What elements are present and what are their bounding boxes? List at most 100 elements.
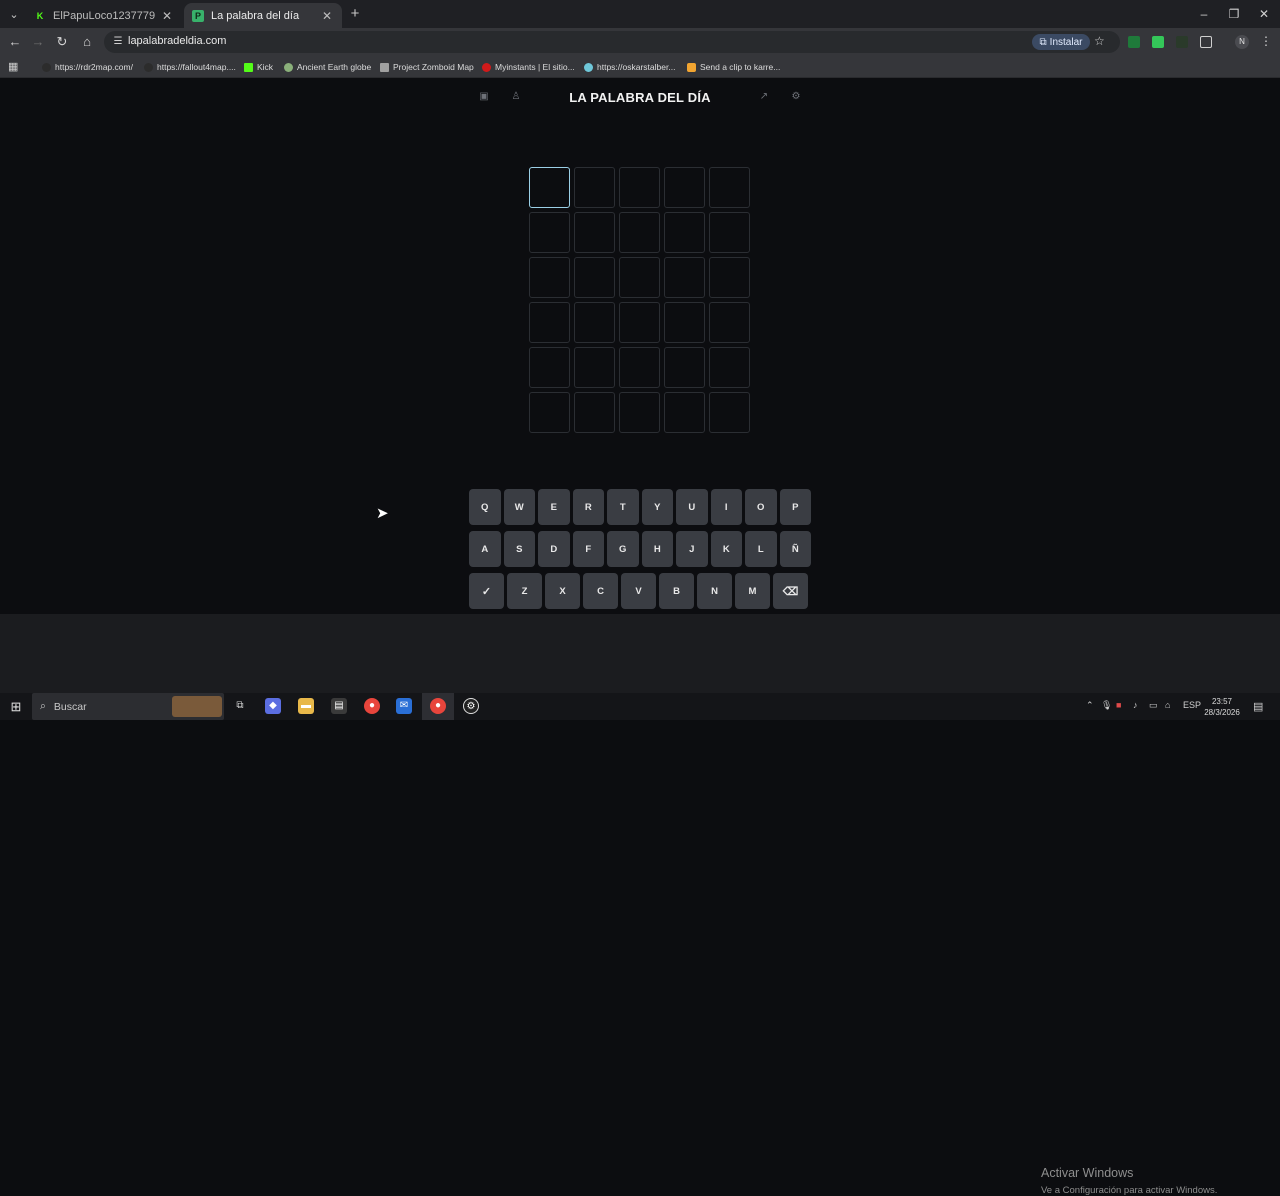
key-x[interactable]: X	[545, 573, 580, 609]
key-a[interactable]: A	[469, 531, 501, 567]
enter-check-icon[interactable]: ✓	[469, 573, 504, 609]
menu-kebab-icon[interactable]: ⋮	[1260, 34, 1272, 48]
minimize-icon[interactable]: –	[1192, 4, 1216, 24]
extension-green-icon[interactable]	[1128, 36, 1140, 48]
letter-tile[interactable]	[664, 347, 705, 388]
tray-app-icon[interactable]: ■	[1116, 700, 1121, 710]
letter-tile[interactable]	[664, 257, 705, 298]
letter-tile[interactable]	[529, 212, 570, 253]
key-j[interactable]: J	[676, 531, 708, 567]
letter-tile[interactable]	[619, 167, 660, 208]
key-k[interactable]: K	[710, 531, 742, 567]
bookmark-myinstants[interactable]: Myinstants | El sitio...	[482, 60, 575, 74]
key-y[interactable]: Y	[641, 489, 673, 525]
clock[interactable]: 23:57 28/3/2026	[1200, 696, 1244, 718]
settings-sliders-icon[interactable]: ⚙	[790, 91, 802, 103]
key-m[interactable]: M	[735, 573, 770, 609]
home-icon[interactable]: ⌂	[78, 33, 96, 51]
close-tab-icon[interactable]: ✕	[320, 9, 334, 23]
close-window-icon[interactable]: ✕	[1252, 4, 1276, 24]
address-bar[interactable]: ☰ lapalabradeldia.com ⧉ Instalar ☆	[104, 31, 1120, 53]
key-q[interactable]: Q	[469, 489, 501, 525]
speaker-icon[interactable]: ♪	[1133, 700, 1138, 710]
file-explorer-icon[interactable]: ▬	[298, 698, 314, 714]
letter-tile[interactable]	[664, 167, 705, 208]
key-w[interactable]: W	[503, 489, 535, 525]
bookmark-kick[interactable]: Kick	[244, 60, 273, 74]
letter-tile[interactable]	[529, 302, 570, 343]
key-p[interactable]: P	[779, 489, 811, 525]
chrome-icon[interactable]: ●	[364, 698, 380, 714]
letter-tile[interactable]	[664, 392, 705, 433]
outlook-icon[interactable]: ✉	[396, 698, 412, 714]
copilot-icon[interactable]: ◆	[265, 698, 281, 714]
key-o[interactable]: O	[745, 489, 777, 525]
key-c[interactable]: C	[583, 573, 618, 609]
restore-icon[interactable]: ❐	[1222, 4, 1246, 24]
key-g[interactable]: G	[607, 531, 639, 567]
key-s[interactable]: S	[503, 531, 535, 567]
letter-tile[interactable]	[664, 302, 705, 343]
letter-tile[interactable]	[709, 392, 750, 433]
bookmark-star-icon[interactable]: ☆	[1094, 34, 1105, 48]
new-tab-icon[interactable]: +	[346, 5, 364, 23]
key-d[interactable]: D	[538, 531, 570, 567]
key-i[interactable]: I	[710, 489, 742, 525]
letter-tile[interactable]	[664, 212, 705, 253]
task-view-icon[interactable]: ⧉	[232, 698, 248, 714]
key-f[interactable]: F	[572, 531, 604, 567]
stats-chart-icon[interactable]: ↗	[758, 91, 770, 103]
backspace-icon[interactable]: ⌫	[773, 573, 808, 609]
tray-chevron-icon[interactable]: ⌃	[1086, 700, 1094, 711]
bookmark-send-clip[interactable]: Send a clip to karre...	[687, 60, 780, 74]
extension-dark-icon[interactable]	[1176, 36, 1188, 48]
letter-tile[interactable]	[709, 167, 750, 208]
network-icon[interactable]: ⌂	[1165, 700, 1170, 710]
steam-icon[interactable]: ⚙	[463, 698, 479, 714]
taskbar-search[interactable]: ⌕ Buscar	[32, 693, 224, 720]
letter-tile[interactable]	[574, 212, 615, 253]
microphone-icon[interactable]: 🎙	[1101, 700, 1112, 711]
key-l[interactable]: L	[745, 531, 777, 567]
apps-grid-icon[interactable]: ▦	[8, 61, 20, 73]
key-v[interactable]: V	[621, 573, 656, 609]
extensions-puzzle-icon[interactable]	[1200, 36, 1212, 48]
key-u[interactable]: U	[676, 489, 708, 525]
tab-kick-stream[interactable]: K ElPapuLoco1237779 Stream - V ✕	[26, 3, 182, 28]
letter-tile[interactable]	[574, 347, 615, 388]
letter-tile[interactable]	[574, 392, 615, 433]
key-t[interactable]: T	[607, 489, 639, 525]
key-ñ[interactable]: Ñ	[779, 531, 811, 567]
back-icon[interactable]: ←	[6, 33, 24, 51]
language-indicator[interactable]: ESP	[1183, 700, 1201, 710]
key-n[interactable]: N	[697, 573, 732, 609]
letter-tile[interactable]	[709, 302, 750, 343]
store-icon[interactable]: ▤	[331, 698, 347, 714]
letter-tile[interactable]	[709, 347, 750, 388]
bookmark-ancient-earth[interactable]: Ancient Earth globe	[284, 60, 371, 74]
bookmark-oskarstalberg[interactable]: https://oskarstalber...	[584, 60, 675, 74]
profile-avatar[interactable]: N	[1235, 35, 1249, 49]
letter-tile[interactable]	[619, 257, 660, 298]
key-z[interactable]: Z	[507, 573, 542, 609]
letter-tile[interactable]	[529, 167, 570, 208]
notifications-icon[interactable]: ▤	[1253, 700, 1263, 713]
extension-bright-green-icon[interactable]	[1152, 36, 1164, 48]
letter-tile[interactable]	[574, 257, 615, 298]
bookmark-rdr2map[interactable]: https://rdr2map.com/	[42, 60, 133, 74]
letter-tile[interactable]	[529, 257, 570, 298]
letter-tile[interactable]	[574, 302, 615, 343]
battery-icon[interactable]: ▭	[1149, 700, 1158, 711]
letter-tile[interactable]	[619, 392, 660, 433]
key-h[interactable]: H	[641, 531, 673, 567]
close-tab-icon[interactable]: ✕	[160, 9, 174, 23]
letter-tile[interactable]	[574, 167, 615, 208]
key-r[interactable]: R	[572, 489, 604, 525]
letter-tile[interactable]	[709, 212, 750, 253]
bookmark-project-zomboid[interactable]: Project Zomboid Map	[380, 60, 474, 74]
chrome-active-icon[interactable]: ●	[430, 698, 446, 714]
letter-tile[interactable]	[709, 257, 750, 298]
bookmark-fallout4map[interactable]: https://fallout4map....	[144, 60, 236, 74]
key-e[interactable]: E	[538, 489, 570, 525]
letter-tile[interactable]	[619, 347, 660, 388]
